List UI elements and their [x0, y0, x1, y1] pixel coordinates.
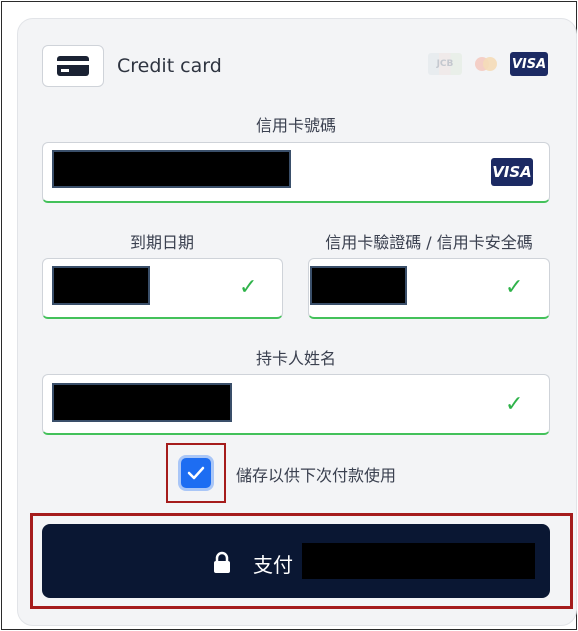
expiry-masked-value: [52, 266, 150, 305]
card-number-label: 信用卡號碼: [255, 116, 336, 135]
cvc-masked-value: [310, 266, 407, 305]
visa-badge-icon: VISA: [491, 158, 533, 186]
checkmark-icon: [187, 466, 205, 480]
pay-amount-masked-value: [302, 543, 535, 579]
save-card-label: 儲存以供下次付款使用: [236, 466, 397, 485]
cardholder-name-valid-check-icon: ✓: [505, 392, 524, 417]
cardholder-name-label: 持卡人姓名: [255, 349, 336, 368]
cvc-valid-check-icon: ✓: [505, 275, 524, 300]
mastercard-logo-icon: [469, 53, 503, 75]
card-number-masked-value: [52, 150, 291, 188]
cvc-label: 信用卡驗證碼 / 信用卡安全碼: [325, 233, 533, 252]
expiry-valid-check-icon: ✓: [239, 275, 258, 300]
lock-icon: [211, 551, 233, 579]
cardholder-name-masked-value: [52, 383, 232, 422]
payment-method-title: Credit card: [117, 55, 222, 77]
save-card-checkbox[interactable]: [181, 458, 211, 488]
expiry-label: 到期日期: [129, 233, 194, 252]
jcb-logo-icon: JCB: [428, 53, 462, 75]
card-brand-logos: JCB VISA: [428, 52, 548, 76]
visa-logo-icon: VISA: [510, 52, 548, 76]
pay-button-label: 支付: [253, 553, 293, 577]
credit-card-icon: [42, 45, 104, 87]
